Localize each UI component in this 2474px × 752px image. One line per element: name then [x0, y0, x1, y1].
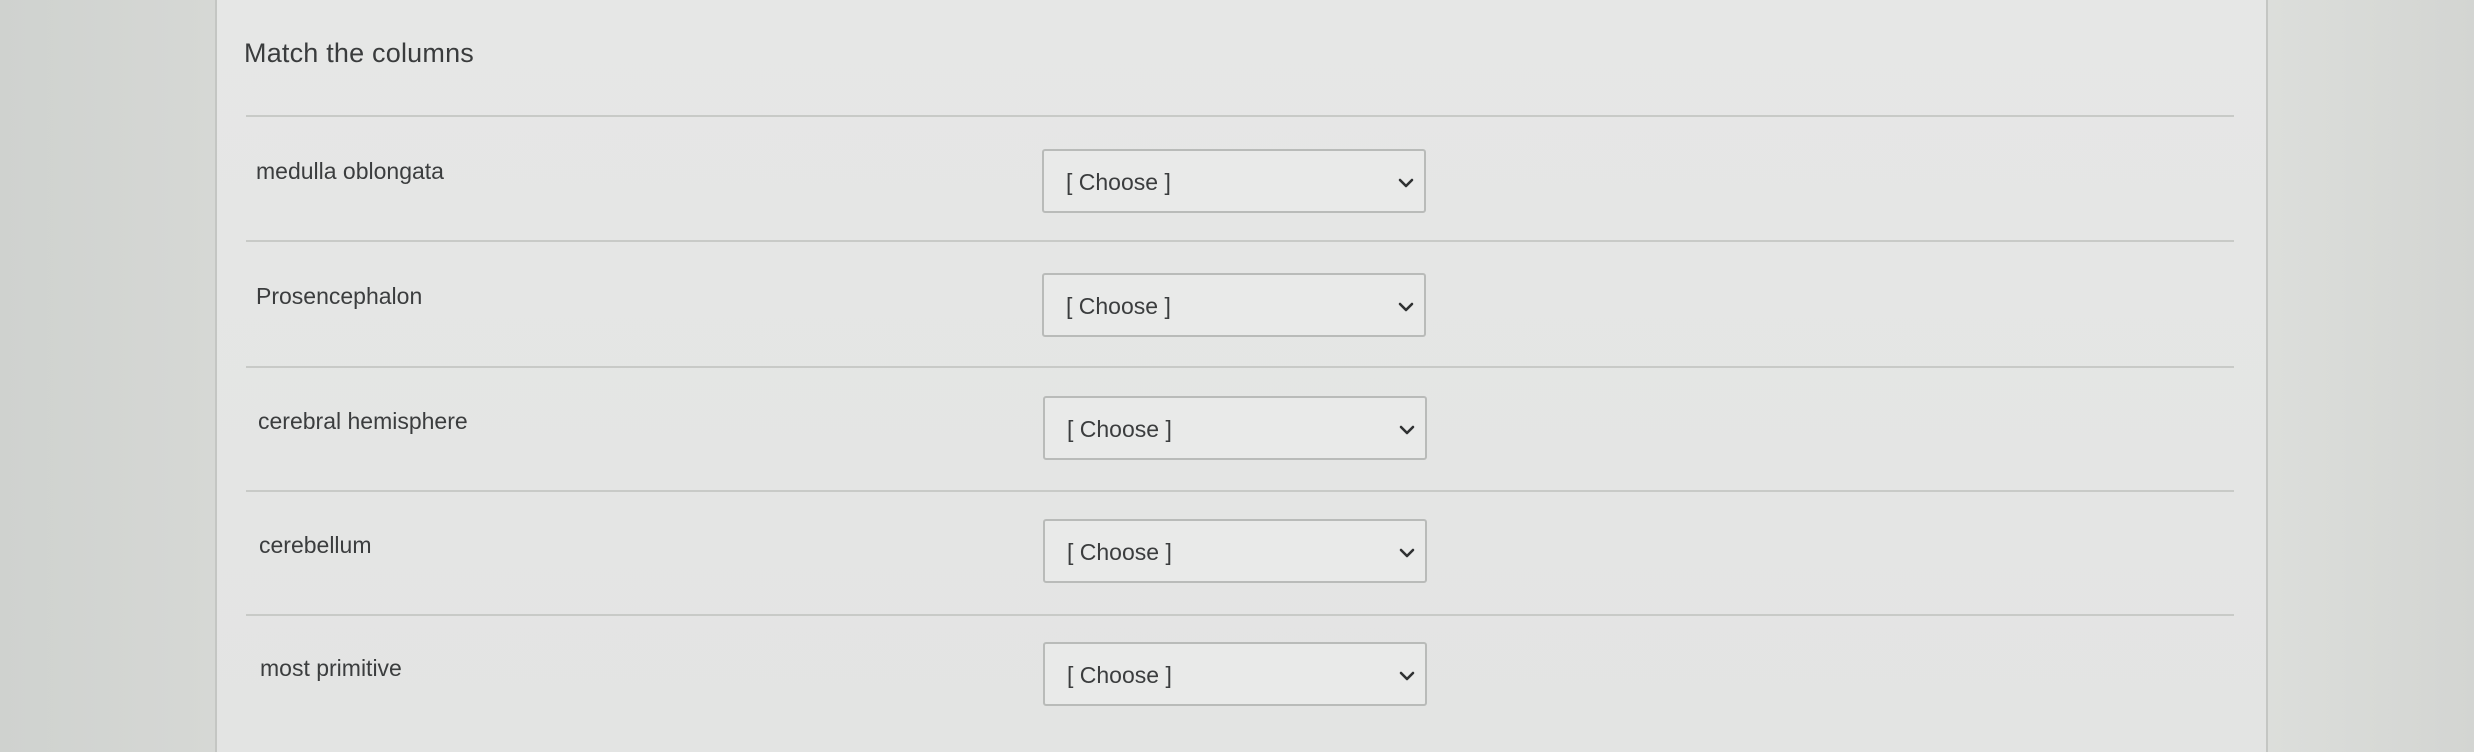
match-prompt-medulla-oblongata: medulla oblongata [256, 158, 444, 184]
select-value: [ Choose ] [1066, 293, 1171, 319]
chevron-down-icon [1399, 671, 1415, 681]
match-prompt-most-primitive: most primitive [260, 655, 402, 681]
select-value: [ Choose ] [1067, 416, 1172, 442]
match-select-most-primitive[interactable]: [ Choose ] [1043, 642, 1427, 706]
chevron-down-icon [1398, 302, 1414, 312]
match-select-prosencephalon[interactable]: [ Choose ] [1042, 273, 1426, 337]
match-select-cerebral-hemisphere[interactable]: [ Choose ] [1043, 396, 1427, 460]
select-value: [ Choose ] [1067, 539, 1172, 565]
select-value: [ Choose ] [1066, 169, 1171, 195]
match-select-medulla-oblongata[interactable]: [ Choose ] [1042, 149, 1426, 213]
question-panel [215, 0, 2268, 752]
divider [246, 240, 2234, 242]
match-prompt-cerebellum: cerebellum [259, 532, 372, 558]
match-select-cerebellum[interactable]: [ Choose ] [1043, 519, 1427, 583]
page-gutter-right [2268, 0, 2474, 752]
select-value: [ Choose ] [1067, 662, 1172, 688]
chevron-down-icon [1399, 548, 1415, 558]
question-title: Match the columns [244, 38, 474, 68]
divider [246, 490, 2234, 492]
divider [246, 115, 2234, 117]
divider [246, 366, 2234, 368]
divider [246, 614, 2234, 616]
chevron-down-icon [1398, 178, 1414, 188]
chevron-down-icon [1399, 425, 1415, 435]
match-prompt-prosencephalon: Prosencephalon [256, 283, 423, 309]
match-prompt-cerebral-hemisphere: cerebral hemisphere [258, 408, 468, 434]
page-gutter-left [0, 0, 215, 752]
